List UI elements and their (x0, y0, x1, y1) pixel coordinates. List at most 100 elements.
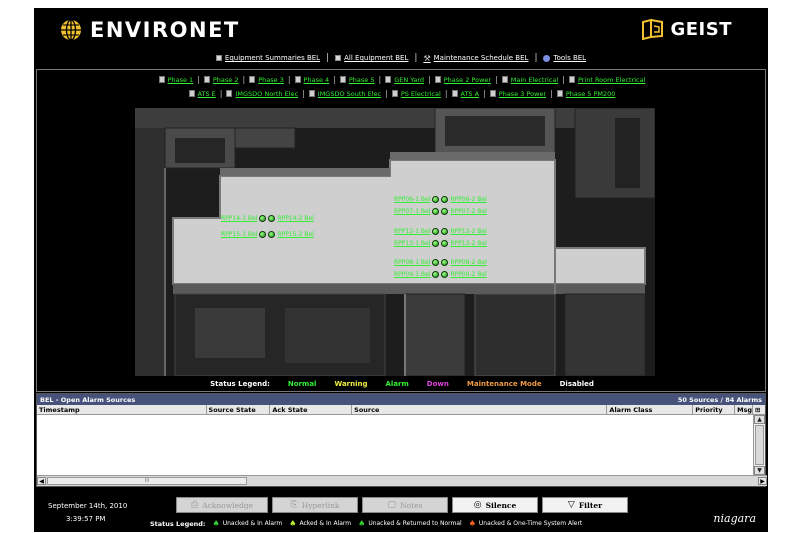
alarm-counts: 50 Sources / 84 Alarms (677, 395, 762, 404)
equipment-link[interactable]: RPP08-1 Bel (394, 259, 430, 266)
column-priority[interactable]: Priority (693, 405, 736, 414)
column-alarm-class[interactable]: Alarm Class (607, 405, 694, 414)
equipment-link[interactable]: RPP09-2 Bel (450, 271, 486, 278)
scroll-down-icon[interactable]: ▼ (754, 466, 765, 475)
status-dot-icon[interactable] (441, 196, 449, 203)
tab-row2-2[interactable]: IMGSDO South Elec (305, 90, 385, 98)
column-source[interactable]: Source (352, 405, 608, 414)
column-ack-state[interactable]: Ack State (270, 405, 353, 414)
tab-row1-8[interactable]: Print Room Electrical (565, 76, 649, 84)
column-source-state[interactable]: Source State (207, 405, 271, 414)
tab-label: Phase 5 (348, 75, 375, 84)
column-msg[interactable]: Msg (735, 405, 754, 414)
equipment-link[interactable]: RPP15-2 Bel (277, 231, 313, 238)
equipment-link[interactable]: RPP09-1 Bel (394, 271, 430, 278)
status-dot-icon[interactable] (268, 215, 276, 222)
status-dot-icon[interactable] (259, 215, 267, 222)
page-icon (339, 76, 346, 83)
legend-item: Normal (287, 380, 317, 388)
status-dot-icon[interactable] (441, 208, 449, 215)
status-dot-icon[interactable] (432, 208, 440, 215)
alarm-table-body[interactable] (37, 415, 755, 475)
equipment-link[interactable]: RPP06-2 Bel (450, 196, 486, 203)
scroll-thumb[interactable]: III (47, 477, 247, 485)
silence-icon: ◎ (473, 500, 482, 510)
page-icon (556, 90, 563, 97)
info-icon (543, 54, 551, 62)
page-icon (158, 76, 165, 83)
status-dot-icon[interactable] (441, 228, 449, 235)
acknowledge-button[interactable]: ⎙ Acknowledge (176, 497, 268, 513)
tab-row1-3[interactable]: Phase 4 (291, 76, 334, 84)
status-dot-icon[interactable] (441, 259, 449, 266)
tab-row1-2[interactable]: Phase 3 (245, 76, 288, 84)
tab-row2-1[interactable]: IMGSDO North Elec (222, 90, 302, 98)
scroll-right-icon[interactable]: ▶ (758, 477, 767, 485)
equipment-link[interactable]: RPP14-2 Bel (277, 215, 313, 222)
vertical-scrollbar[interactable]: ▲ ▼ (753, 415, 765, 475)
column-timestamp[interactable]: Timestamp (37, 405, 207, 414)
tab-row1-5[interactable]: GEN Yard (381, 76, 428, 84)
nav-equipment-summaries[interactable]: Equipment Summaries BEL (210, 54, 326, 62)
equipment-link[interactable]: RPP07-1 Bel (394, 208, 430, 215)
equipment-pair: RPP09-1 Bel RPP09-2 Bel (394, 271, 487, 278)
hyperlink-button[interactable]: ⎘ Hyperlink (272, 497, 358, 513)
tab-row1-4[interactable]: Phase 5 (336, 76, 379, 84)
equipment-link[interactable]: RPP13-1 Bel (394, 240, 430, 247)
nav-maintenance-schedule[interactable]: ⚒ Maintenance Schedule BEL (417, 54, 534, 63)
current-date: September 14th, 2010 (48, 502, 128, 510)
top-navigation: Equipment Summaries BEL | All Equipment … (34, 50, 768, 66)
scroll-up-icon[interactable]: ▲ (754, 415, 765, 424)
status-dot-icon[interactable] (268, 231, 276, 238)
status-dot-icon[interactable] (441, 271, 449, 278)
status-dot-icon[interactable] (432, 240, 440, 247)
tab-row2-5[interactable]: Phase 3 Power (486, 90, 550, 98)
equipment-link[interactable]: RPP07-2 Bel (450, 208, 486, 215)
bell-icon: ♠ (468, 519, 476, 528)
status-dot-icon[interactable] (432, 196, 440, 203)
tab-label: Phase 4 (303, 75, 330, 84)
nav-tools[interactable]: Tools BEL (537, 54, 592, 62)
equipment-link[interactable]: RPP08-2 Bel (450, 259, 486, 266)
tab-row2-0[interactable]: ATS E (185, 90, 220, 98)
tab-row1-7[interactable]: Main Electrical (498, 76, 562, 84)
filter-button[interactable]: ▽ Filter (542, 497, 628, 513)
horizontal-scrollbar[interactable]: ◀ III ▶ (37, 475, 767, 486)
status-dot-icon[interactable] (432, 228, 440, 235)
column-chooser-icon[interactable]: ⊞ (753, 405, 765, 414)
page-icon (391, 90, 398, 97)
equipment-link[interactable]: RPP12-2 Bel (450, 228, 486, 235)
tab-row2-3[interactable]: PS Electrical (388, 90, 445, 98)
equipment-link[interactable]: RPP15-1 Bel (221, 231, 257, 238)
nav-all-equipment[interactable]: All Equipment BEL (329, 54, 414, 62)
ack-icon: ⎙ (190, 500, 199, 510)
tab-label: ATS E (197, 89, 216, 98)
status-dot-icon[interactable] (259, 231, 267, 238)
status-dot-icon[interactable] (441, 240, 449, 247)
alarm-console-title: BEL - Open Alarm Sources (40, 395, 136, 404)
tab-row-2: ATS E | IMGSDO North Elec | IMGSDO South Ele… (37, 89, 765, 98)
equipment-pair: RPP15-1 Bel RPP15-2 Bel (221, 231, 314, 238)
environet-logo: ENVIRONET (60, 18, 240, 42)
tab-label: GEN Yard (394, 75, 425, 84)
notes-button[interactable]: ▢ Notes (362, 497, 448, 513)
equipment-link[interactable]: RPP06-1 Bel (394, 196, 430, 203)
status-dot-icon[interactable] (432, 271, 440, 278)
status-legend-title: Status Legend: (210, 380, 270, 388)
page-icon (249, 76, 256, 83)
tab-row1-1[interactable]: Phase 2 (200, 76, 243, 84)
tab-row2-4[interactable]: ATS A (448, 90, 484, 98)
scroll-left-icon[interactable]: ◀ (37, 477, 46, 485)
equipment-link[interactable]: RPP13-2 Bel (450, 240, 486, 247)
tab-row1-6[interactable]: Phase 2 Power (431, 76, 495, 84)
tab-row2-6[interactable]: Phase 5 PM200 (553, 90, 620, 98)
silence-button[interactable]: ◎ Silence (452, 497, 538, 513)
status-dot-icon[interactable] (432, 259, 440, 266)
tab-row1-0[interactable]: Phase 1 (155, 76, 198, 84)
equipment-pair: RPP07-1 Bel RPP07-2 Bel (394, 208, 487, 215)
hyperlink-icon: ⎘ (290, 500, 298, 510)
page-icon (226, 90, 233, 97)
equipment-link[interactable]: RPP12-1 Bel (394, 228, 430, 235)
equipment-link[interactable]: RPP14-1 Bel (221, 215, 257, 222)
scroll-thumb[interactable] (755, 425, 764, 465)
